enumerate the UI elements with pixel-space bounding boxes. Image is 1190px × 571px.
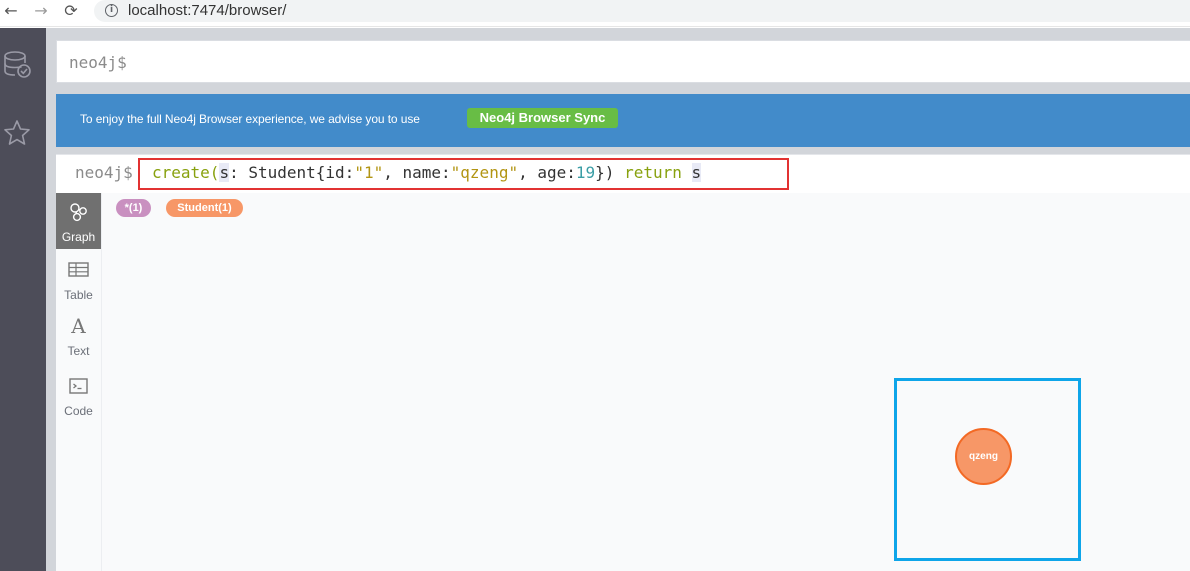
tab-text-label: Text xyxy=(67,344,90,358)
query-variable: s xyxy=(219,163,230,182)
query-keyword-return: return xyxy=(624,163,682,182)
table-icon xyxy=(68,262,89,277)
query-number-age: 19 xyxy=(575,163,596,182)
banner-text: To enjoy the full Neo4j Browser experien… xyxy=(80,112,420,126)
frame-header: neo4j$ create(s: Student{id:"1", name:"q… xyxy=(56,154,1190,193)
browser-sync-button[interactable]: Neo4j Browser Sync xyxy=(467,108,618,128)
address-bar[interactable]: i localhost:7474/browser/ xyxy=(94,0,1190,22)
app-sidebar xyxy=(0,28,46,571)
star-icon[interactable] xyxy=(2,118,32,148)
query-key-name: , name: xyxy=(383,163,451,182)
editor-prompt: neo4j$ xyxy=(69,53,127,72)
forward-arrow-icon[interactable]: → xyxy=(30,0,52,22)
main-area: neo4j$ To enjoy the full Neo4j Browser e… xyxy=(46,28,1190,571)
info-icon[interactable]: i xyxy=(105,4,118,17)
query-string-id: "1" xyxy=(354,163,384,182)
query-close: }) xyxy=(595,163,625,182)
query-label: : Student{id: xyxy=(229,163,355,182)
tab-table[interactable]: Table xyxy=(56,251,101,307)
code-icon xyxy=(69,378,88,394)
frame-query[interactable]: create(s: Student{id:"1", name:"qzeng", … xyxy=(152,163,702,182)
tab-table-label: Table xyxy=(64,288,93,302)
graph-canvas[interactable]: qzeng xyxy=(102,227,1190,571)
database-check-icon[interactable] xyxy=(2,50,32,80)
tab-code[interactable]: Code xyxy=(56,367,101,423)
view-tabs: Graph Table A Text Code xyxy=(56,193,102,571)
query-key-age: , age: xyxy=(518,163,576,182)
query-editor[interactable]: neo4j$ xyxy=(56,40,1190,83)
browser-toolbar: ← → ⟳ i localhost:7474/browser/ xyxy=(0,0,1190,27)
query-string-name: "qzeng" xyxy=(450,163,519,182)
frame-prompt: neo4j$ xyxy=(75,163,133,182)
query-space xyxy=(682,163,692,182)
tab-graph-label: Graph xyxy=(61,230,96,244)
query-return-variable: s xyxy=(691,163,702,182)
text-icon: A xyxy=(71,314,86,338)
sync-banner: To enjoy the full Neo4j Browser experien… xyxy=(56,94,1190,147)
query-keyword-create: create( xyxy=(152,163,220,182)
reload-icon[interactable]: ⟳ xyxy=(60,0,82,22)
graph-icon xyxy=(70,203,87,222)
tab-graph[interactable]: Graph xyxy=(56,193,101,249)
graph-node-student[interactable]: qzeng xyxy=(955,428,1012,485)
label-pill-all[interactable]: *(1) xyxy=(116,199,151,217)
label-pill-student[interactable]: Student(1) xyxy=(166,199,243,217)
tab-code-label: Code xyxy=(64,404,93,418)
result-frame: neo4j$ create(s: Student{id:"1", name:"q… xyxy=(56,154,1190,571)
url-text[interactable]: localhost:7474/browser/ xyxy=(128,1,286,21)
back-arrow-icon[interactable]: ← xyxy=(0,0,22,22)
tab-text[interactable]: A Text xyxy=(56,307,101,363)
